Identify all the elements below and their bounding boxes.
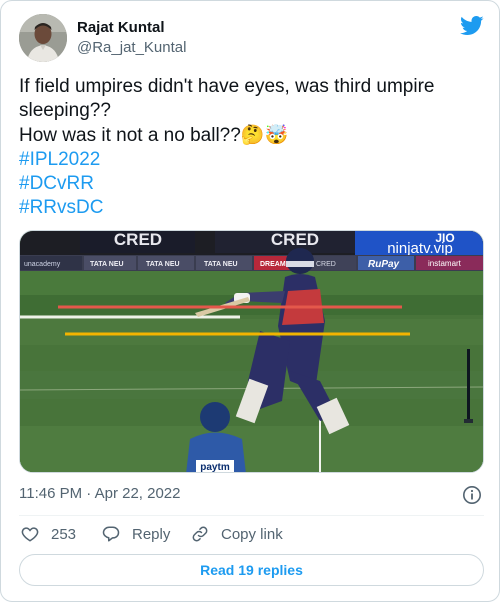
board-text: CRED bbox=[316, 261, 336, 268]
cricket-photo: CRED CRED JIO ninjatv.vip unacademy TATA… bbox=[20, 231, 483, 473]
info-icon[interactable] bbox=[462, 485, 482, 505]
author-name[interactable]: Rajat Kuntal bbox=[77, 19, 165, 37]
copy-link-label: Copy link bbox=[221, 525, 283, 543]
tweet-text-line: If field umpires didn't have eyes, was t… bbox=[19, 76, 435, 97]
link-icon bbox=[192, 526, 208, 542]
board-text: instamart bbox=[428, 259, 462, 268]
avatar[interactable] bbox=[19, 14, 67, 62]
divider bbox=[19, 515, 484, 516]
led-text-cred-left: CRED bbox=[114, 231, 162, 249]
reply-label: Reply bbox=[132, 525, 171, 543]
hashtag-link[interactable]: #RRvsDC bbox=[19, 196, 485, 220]
hashtag-link[interactable]: #DCvRR bbox=[19, 172, 485, 196]
hashtag-link[interactable]: #IPL2022 bbox=[19, 148, 485, 172]
tweet-timestamp[interactable]: 11:46 PM · Apr 22, 2022 bbox=[19, 485, 181, 503]
twitter-bird-icon[interactable] bbox=[460, 16, 484, 36]
fielder-sponsor-text: paytm bbox=[200, 462, 230, 473]
stump bbox=[467, 349, 470, 421]
board-text: RuPay bbox=[368, 259, 400, 270]
board-text: TATA NEU bbox=[90, 261, 124, 268]
like-button[interactable]: 253 bbox=[21, 523, 76, 545]
tweet-text-line: How was it not a no ball??🤔🤯 bbox=[19, 124, 289, 146]
like-count: 253 bbox=[51, 525, 77, 543]
board-text: TATA NEU bbox=[146, 261, 180, 268]
reply-bubble-icon bbox=[102, 526, 120, 542]
tweet-text: If field umpires didn't have eyes, was t… bbox=[19, 75, 485, 221]
copy-link-button[interactable]: Copy link bbox=[191, 523, 283, 545]
tweet-text-line: sleeping?? bbox=[19, 100, 111, 122]
heart-icon bbox=[21, 527, 39, 542]
avatar-image bbox=[19, 14, 67, 62]
read-replies-button[interactable]: Read 19 replies bbox=[19, 554, 484, 586]
board-text: unacademy bbox=[24, 261, 61, 268]
tweet-media[interactable]: CRED CRED JIO ninjatv.vip unacademy TATA… bbox=[19, 230, 484, 473]
board-text: TATA NEU bbox=[204, 261, 238, 268]
led-text-cred-center: CRED bbox=[271, 231, 319, 249]
tweet-card: Rajat Kuntal @Ra_jat_Kuntal If field ump… bbox=[0, 0, 500, 602]
led-text-ninjatv: ninjatv.vip bbox=[387, 240, 453, 257]
reply-button[interactable]: Reply bbox=[102, 523, 170, 545]
author-handle[interactable]: @Ra_jat_Kuntal bbox=[77, 39, 186, 57]
